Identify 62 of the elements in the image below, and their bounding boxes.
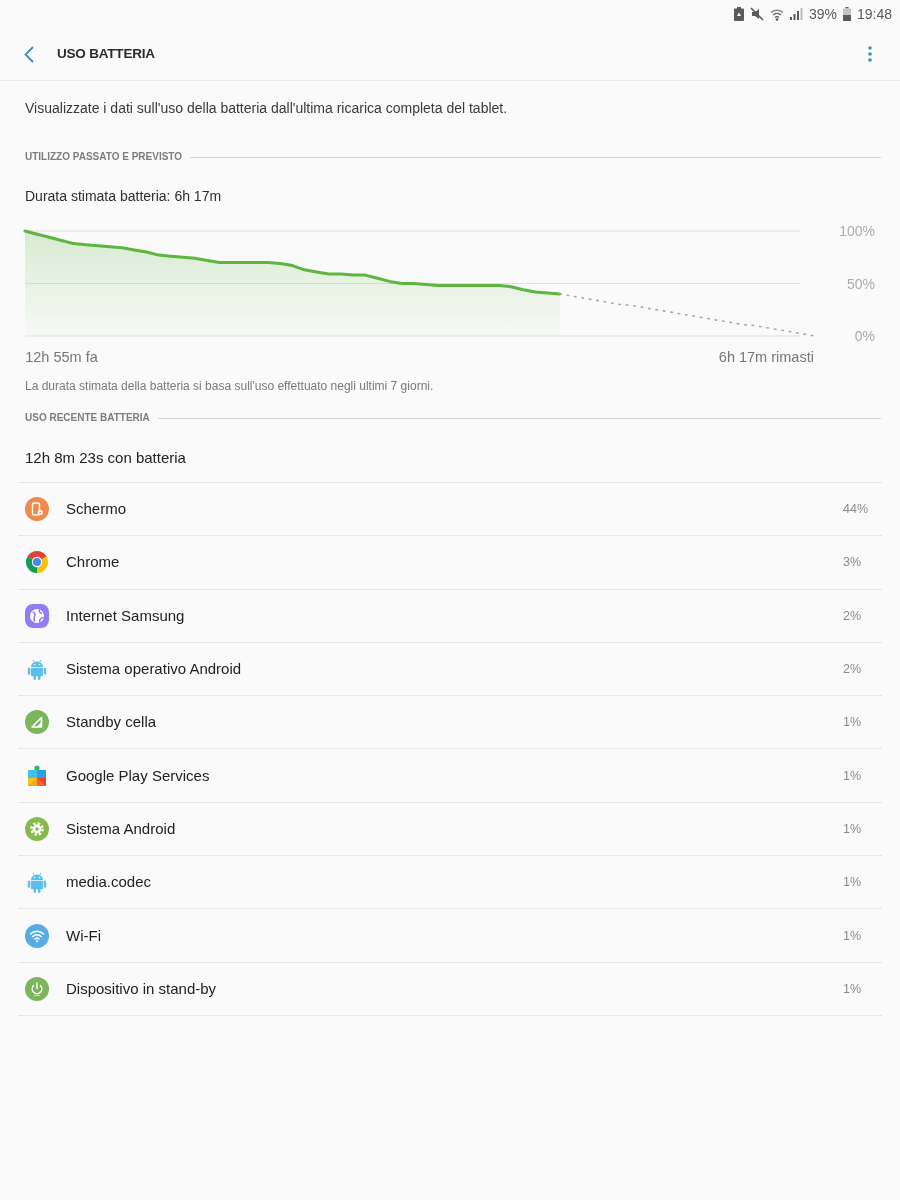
time-on-battery: 12h 8m 23s con batteria — [24, 448, 187, 468]
puzzle-icon — [25, 763, 49, 788]
usage-percent: 1% — [843, 767, 863, 784]
gear-icon — [25, 816, 49, 841]
phone-screen-icon — [25, 497, 49, 522]
app-name: Wi-Fi — [66, 925, 102, 946]
app-usage-row[interactable]: Sistema Android 1% — [18, 802, 882, 857]
estimated-duration: Durata stimata batteria: 6h 17m — [24, 187, 223, 206]
section-heading: UTILIZZO PASSATO E PREVISTO — [25, 150, 183, 164]
more-options-icon — [868, 46, 872, 62]
back-icon — [24, 45, 34, 63]
muted-speaker-icon — [749, 7, 764, 21]
signal-icon — [789, 8, 803, 20]
app-usage-row[interactable]: Wi-Fi 1% — [18, 909, 882, 963]
app-usage-row[interactable]: Schermo 44% — [18, 483, 882, 537]
usage-percent: 3% — [843, 554, 863, 571]
app-usage-row[interactable]: Internet Samsung 2% — [18, 589, 882, 643]
app-name: Schermo — [66, 499, 128, 520]
more-options-button[interactable] — [866, 44, 874, 64]
usage-percent: 2% — [843, 661, 863, 678]
app-name: Standby cella — [66, 712, 158, 733]
battery-symbol-icon — [733, 7, 744, 21]
usage-percent: 1% — [843, 820, 863, 837]
clock-time: 19:48 — [856, 6, 892, 22]
y-axis-label: 100% — [839, 223, 875, 239]
app-name: Google Play Services — [66, 765, 211, 786]
robot-icon — [25, 657, 49, 682]
app-name: Sistema operativo Android — [66, 659, 243, 680]
app-usage-row[interactable]: Dispositivo in stand-by 1% — [18, 962, 882, 1016]
usage-percent: 1% — [843, 874, 863, 891]
power-icon — [25, 976, 49, 1001]
wifi-icon — [25, 923, 49, 948]
y-axis-label: 50% — [846, 275, 875, 292]
app-name: Dispositivo in stand-by — [66, 978, 218, 999]
app-usage-row[interactable]: Standby cella 1% — [18, 696, 882, 750]
app-name: Chrome — [66, 552, 121, 573]
app-usage-row[interactable]: media.codec 1% — [18, 856, 882, 910]
battery-icon — [842, 7, 851, 21]
app-name: Internet Samsung — [66, 605, 186, 626]
estimate-note: La durata stimata della batteria si basa sull'uso effettuato negli ultimi 7 giorni. — [24, 378, 435, 394]
globe-icon — [25, 603, 49, 628]
x-axis-label: 6h 17m rimasti — [718, 349, 814, 365]
robot-icon — [25, 870, 49, 895]
signal-icon — [25, 710, 49, 735]
usage-percent: 1% — [843, 980, 863, 997]
section-heading: USO RECENTE BATTERIA — [25, 411, 150, 425]
x-axis-label: 12h 55m fa — [25, 349, 98, 365]
y-axis-label: 0% — [854, 328, 875, 344]
usage-percent: 44% — [843, 501, 870, 518]
screen-title: USO BATTERIA — [57, 44, 155, 63]
app-usage-row[interactable]: Google Play Services 1% — [18, 749, 882, 803]
description-text: Visualizzate i dati sull'uso della batteria dall'ultima ricarica completa del tablet. — [24, 99, 509, 118]
usage-percent: 2% — [843, 607, 863, 624]
usage-percent: 1% — [843, 927, 863, 944]
battery-percent: 39% — [808, 6, 837, 22]
app-usage-row[interactable]: Chrome 3% — [18, 536, 882, 590]
app-name: Sistema Android — [66, 818, 177, 839]
wifi-icon — [769, 7, 784, 21]
app-usage-row[interactable]: Sistema operativo Android 2% — [18, 642, 882, 697]
usage-percent: 1% — [843, 714, 863, 731]
tricolor-ring-icon — [25, 550, 49, 575]
app-name: media.codec — [66, 872, 153, 893]
